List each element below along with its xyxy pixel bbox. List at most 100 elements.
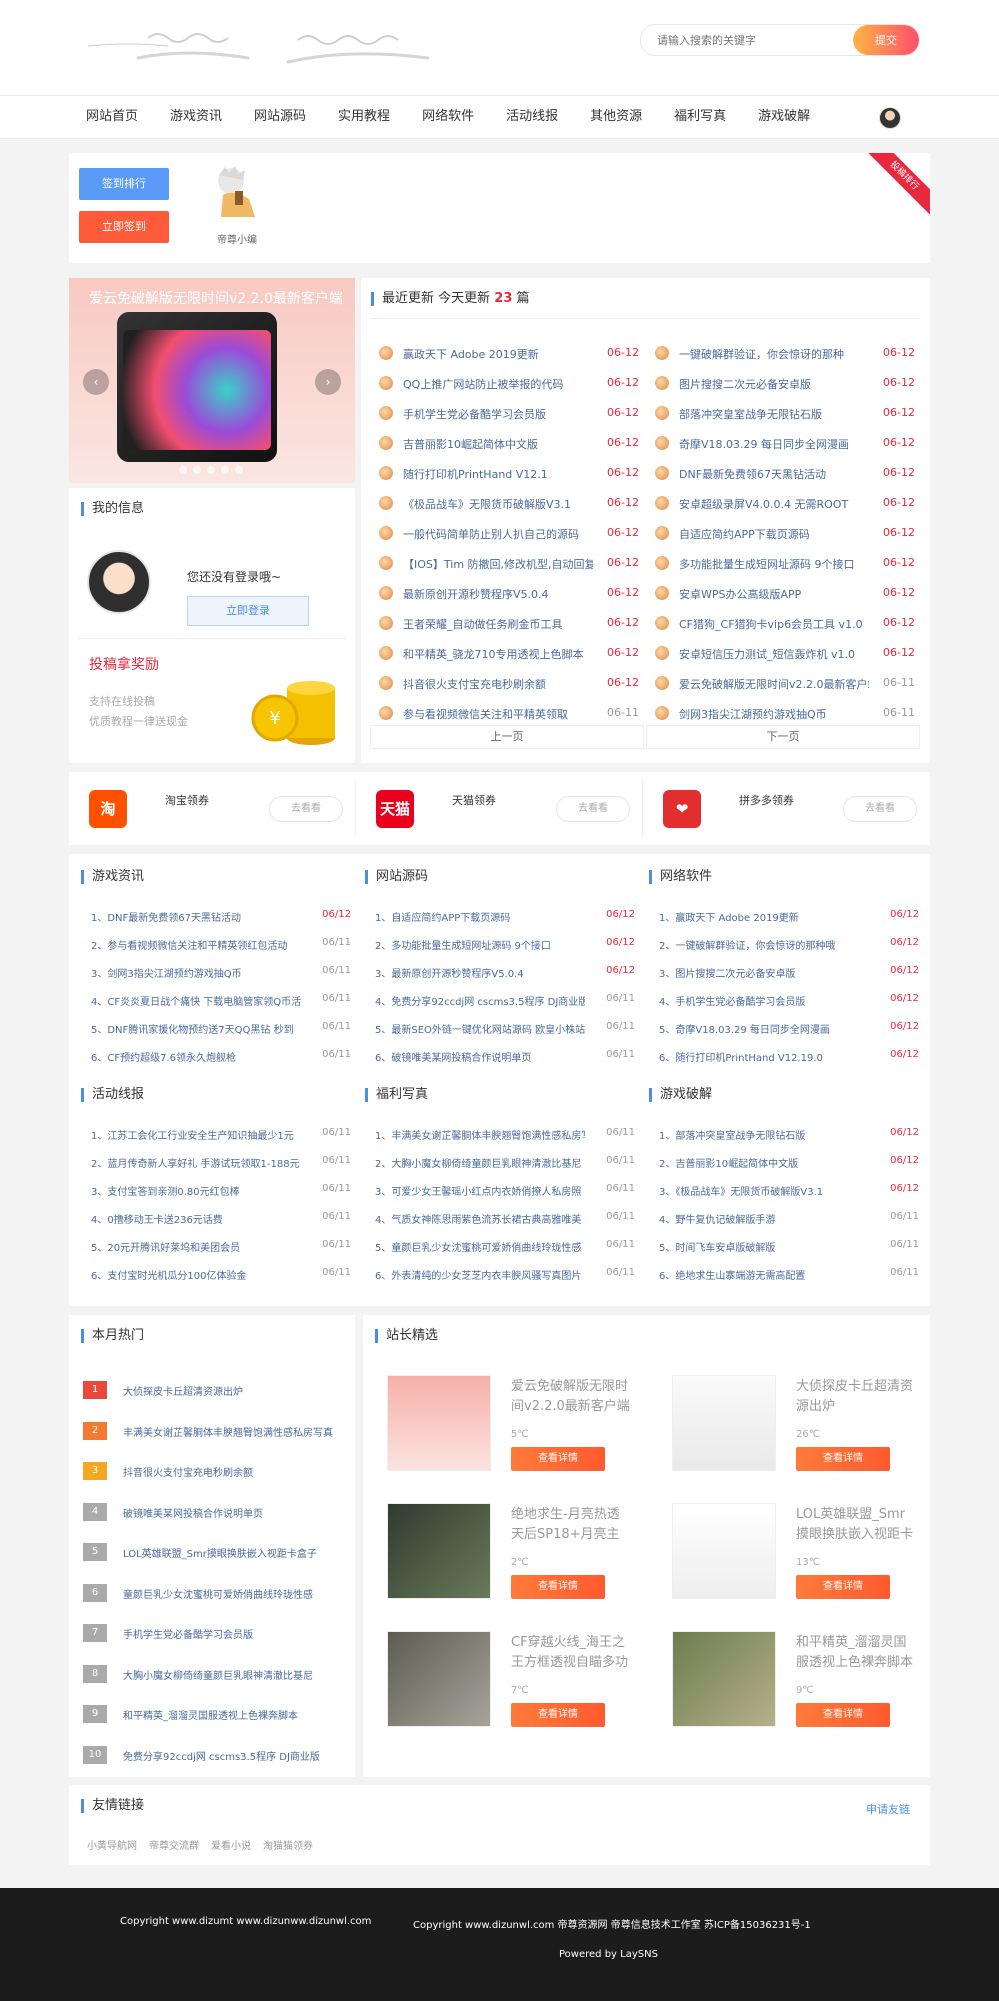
category-item-title[interactable]: 3、可爱少女王馨瑶小红点内衣娇俏撩人私房照 xyxy=(375,1183,585,1198)
nav-item[interactable]: 其他资源 xyxy=(580,96,652,138)
category-item[interactable]: 3、剑网3指尖江湖预约游戏抽Q币 06/11 xyxy=(81,958,351,986)
hot-item[interactable]: 2 丰满美女谢芷馨胴体丰腴翘臀饱满性感私房写真 xyxy=(83,1412,343,1452)
update-item[interactable]: 随行打印机PrintHand V12.1 06-12 xyxy=(379,458,639,488)
update-item[interactable]: 自适应简约APP下载页源码 06-12 xyxy=(655,518,915,548)
update-item[interactable]: 爱云免破解版无限时间v2.2.0最新客户端 06-11 xyxy=(655,668,915,698)
category-item[interactable]: 6、随行打印机PrintHand V12.19.0 06/12 xyxy=(649,1042,919,1070)
pick-title[interactable]: LOL英雄联盟_Smr摸眼换肤嵌入视距卡盒子 xyxy=(796,1505,916,1545)
prev-page-button[interactable]: 上一页 xyxy=(370,725,644,749)
update-title[interactable]: 和平精英_骁龙710专用透视上色脚本 xyxy=(403,646,593,662)
category-item[interactable]: 3、支付宝答到亲测0.80元红包棒 06/11 xyxy=(81,1176,351,1204)
pick-thumbnail[interactable] xyxy=(387,1375,491,1471)
view-details-button[interactable]: 查看详情 xyxy=(511,1703,605,1727)
update-title[interactable]: QQ上推广网站防止被举报的代码 xyxy=(403,376,593,392)
update-item[interactable]: 最新原创开源秒赞程序V5.0.4 06-12 xyxy=(379,578,639,608)
category-item-title[interactable]: 2、蓝月传奇新人享好礼 手游试玩领取1-188元 xyxy=(91,1155,301,1170)
category-item[interactable]: 4、气质女神陈思雨紫色流苏长裙古典高雅唯美 06/11 xyxy=(365,1204,635,1232)
category-title[interactable]: 网站源码 xyxy=(365,870,428,884)
nav-item[interactable]: 网站首页 xyxy=(76,96,148,138)
nav-item[interactable]: 网络软件 xyxy=(412,96,484,138)
update-title[interactable]: 奇摩V18.03.29 每日同步全网漫画 xyxy=(679,436,869,452)
hot-item-title[interactable]: LOL英雄联盟_Smr摸眼换肤嵌入视距卡盒子 xyxy=(123,1545,333,1560)
update-title[interactable]: 剑网3指尖江湖预约游戏抽Q币 xyxy=(679,706,869,722)
update-item[interactable]: DNF最新免费领67天黑钻活动 06-12 xyxy=(655,458,915,488)
update-title[interactable]: 【IOS】Tim 防撤回,修改机型,自动回复 xyxy=(403,556,593,572)
hot-item-title[interactable]: 大胸小魔女柳倚绮童颜巨乳眼神清澈比基尼 xyxy=(123,1667,333,1682)
signin-user-avatar[interactable] xyxy=(209,165,259,219)
contribute-title[interactable]: 投稿拿奖励 xyxy=(89,654,159,674)
hot-item[interactable]: 5 LOL英雄联盟_Smr摸眼换肤嵌入视距卡盒子 xyxy=(83,1533,343,1573)
category-item[interactable]: 6、外表清纯的少女芝芝内衣丰腴风骚写真图片 06/11 xyxy=(365,1260,635,1288)
hot-item[interactable]: 8 大胸小魔女柳倚绮童颜巨乳眼神清澈比基尼 xyxy=(83,1655,343,1695)
category-item-title[interactable]: 2、参与看视频微信关注和平精英领红包活动 xyxy=(91,937,301,952)
pick-thumbnail[interactable] xyxy=(672,1503,776,1599)
update-title[interactable]: 随行打印机PrintHand V12.1 xyxy=(403,466,593,482)
update-item[interactable]: 《极品战车》无限货币破解版V3.1 06-12 xyxy=(379,488,639,518)
nav-item[interactable]: 实用教程 xyxy=(328,96,400,138)
update-title[interactable]: 手机学生党必备酷学习会员版 xyxy=(403,406,593,422)
category-title[interactable]: 活动线报 xyxy=(81,1088,144,1102)
category-item-title[interactable]: 4、免费分享92ccdj网 cscms3.5程序 DJ商业版 xyxy=(375,993,585,1008)
pick-thumbnail[interactable] xyxy=(672,1375,776,1471)
nav-item[interactable]: 网站源码 xyxy=(244,96,316,138)
category-item-title[interactable]: 4、0撸移动王卡送236元话费 xyxy=(91,1211,301,1226)
friend-link[interactable]: 小黄导航网 xyxy=(87,1837,137,1852)
update-item[interactable]: 吉普丽影10崛起简体中文版 06-12 xyxy=(379,428,639,458)
category-title[interactable]: 游戏破解 xyxy=(649,1088,712,1102)
update-item[interactable]: 王者荣耀_自动做任务刷金币工具 06-12 xyxy=(379,608,639,638)
category-item[interactable]: 5、20元开腾讯好莱坞和美团会员 06/11 xyxy=(81,1232,351,1260)
update-item[interactable]: QQ上推广网站防止被举报的代码 06-12 xyxy=(379,368,639,398)
update-item[interactable]: 图片搜搜二次元必备安卓版 06-12 xyxy=(655,368,915,398)
category-item[interactable]: 2、吉普丽影10崛起简体中文版 06/12 xyxy=(649,1148,919,1176)
category-item-title[interactable]: 5、时间飞车安卓版破解版 xyxy=(659,1239,869,1254)
hot-item-title[interactable]: 和平精英_溜溜灵国服透视上色裸奔脚本 xyxy=(123,1707,333,1722)
slider-prev-arrow-icon[interactable]: ‹ xyxy=(83,369,109,395)
hot-item[interactable]: 10 免费分享92ccdj网 cscms3.5程序 DJ商业版 xyxy=(83,1736,343,1776)
pick-thumbnail[interactable] xyxy=(672,1631,776,1727)
hot-item-title[interactable]: 手机学生党必备酷学习会员版 xyxy=(123,1626,333,1641)
update-item[interactable]: 剑网3指尖江湖预约游戏抽Q币 06-11 xyxy=(655,698,915,728)
update-item[interactable]: 一般代码简单防止别人扒自己的源码 06-12 xyxy=(379,518,639,548)
category-item[interactable]: 2、参与看视频微信关注和平精英领红包活动 06/11 xyxy=(81,930,351,958)
coupon-go-button[interactable]: 去看看 xyxy=(556,796,630,822)
category-item-title[interactable]: 5、DNF腾讯家援化物预约送7天QQ黑钻 秒到 xyxy=(91,1021,301,1036)
friend-link[interactable]: 淘猫猫领券 xyxy=(263,1837,313,1852)
hot-item[interactable]: 1 大侦探皮卡丘超清资源出炉 xyxy=(83,1371,343,1411)
category-item[interactable]: 1、部落冲突皇室战争无限钻石版 06/12 xyxy=(649,1120,919,1148)
banner-slider[interactable]: 爱云免破解版无限时间v2.2.0最新客户端 ‹ › xyxy=(69,278,355,483)
category-item[interactable]: 3、最新原创开源秒赞程序V5.0.4 06/12 xyxy=(365,958,635,986)
category-item[interactable]: 1、江苏工会化工行业安全生产知识抽最少1元 06/11 xyxy=(81,1120,351,1148)
category-item-title[interactable]: 6、绝地求生山寨端游无需高配置 xyxy=(659,1267,869,1282)
update-item[interactable]: 奇摩V18.03.29 每日同步全网漫画 06-12 xyxy=(655,428,915,458)
category-item-title[interactable]: 2、多功能批量生成短网址源码 9个接口 xyxy=(375,937,585,952)
update-title[interactable]: 部落冲突皇室战争无限钻石版 xyxy=(679,406,869,422)
update-title[interactable]: 多功能批量生成短网址源码 9个接口 xyxy=(679,556,869,572)
category-item[interactable]: 1、自适应简约APP下载页源码 06/12 xyxy=(365,902,635,930)
nav-item[interactable]: 游戏破解 xyxy=(748,96,820,138)
category-item[interactable]: 5、时间飞车安卓版破解版 06/11 xyxy=(649,1232,919,1260)
category-item-title[interactable]: 2、一键破解群验证，你会惊讶的那种哦 xyxy=(659,937,869,952)
hot-item[interactable]: 4 破镜唯美某网投稿合作说明单页 xyxy=(83,1493,343,1533)
update-item[interactable]: 赢政天下 Adobe 2019更新 06-12 xyxy=(379,338,639,368)
update-title[interactable]: 一般代码简单防止别人扒自己的源码 xyxy=(403,526,593,542)
update-title[interactable]: 安卓超级录屏V4.0.0.4 无需ROOT xyxy=(679,496,869,512)
update-item[interactable]: 一键破解群验证，你会惊讶的那种 06-12 xyxy=(655,338,915,368)
category-item-title[interactable]: 4、气质女神陈思雨紫色流苏长裙古典高雅唯美 xyxy=(375,1211,585,1226)
pick-thumbnail[interactable] xyxy=(387,1631,491,1727)
slider-next-arrow-icon[interactable]: › xyxy=(315,369,341,395)
category-item-title[interactable]: 5、奇摩V18.03.29 每日同步全网漫画 xyxy=(659,1021,869,1036)
category-item[interactable]: 6、CF预约超级7.6领永久炮舰枪 06/11 xyxy=(81,1042,351,1070)
category-item[interactable]: 3、图片搜搜二次元必备安卓版 06/12 xyxy=(649,958,919,986)
coupon-go-button[interactable]: 去看看 xyxy=(843,796,917,822)
nav-item[interactable]: 游戏资讯 xyxy=(160,96,232,138)
hot-item-title[interactable]: 免费分享92ccdj网 cscms3.5程序 DJ商业版 xyxy=(123,1748,333,1763)
category-item[interactable]: 2、大胸小魔女柳倚绮童颜巨乳眼神清澈比基尼 06/11 xyxy=(365,1148,635,1176)
update-item[interactable]: CF猎狗_CF猎狗卡vip6会员工具 v1.0 06-12 xyxy=(655,608,915,638)
category-item-title[interactable]: 5、20元开腾讯好莱坞和美团会员 xyxy=(91,1239,301,1254)
view-details-button[interactable]: 查看详情 xyxy=(796,1575,890,1599)
category-item[interactable]: 5、童颜巨乳少女沈蜜桃可爱娇俏曲线玲珑性感 06/11 xyxy=(365,1232,635,1260)
update-item[interactable]: 部落冲突皇室战争无限钻石版 06-12 xyxy=(655,398,915,428)
user-avatar[interactable] xyxy=(879,107,901,129)
pick-title[interactable]: 大侦探皮卡丘超清资源出炉 xyxy=(796,1377,916,1417)
category-item-title[interactable]: 1、部落冲突皇室战争无限钻石版 xyxy=(659,1127,869,1142)
